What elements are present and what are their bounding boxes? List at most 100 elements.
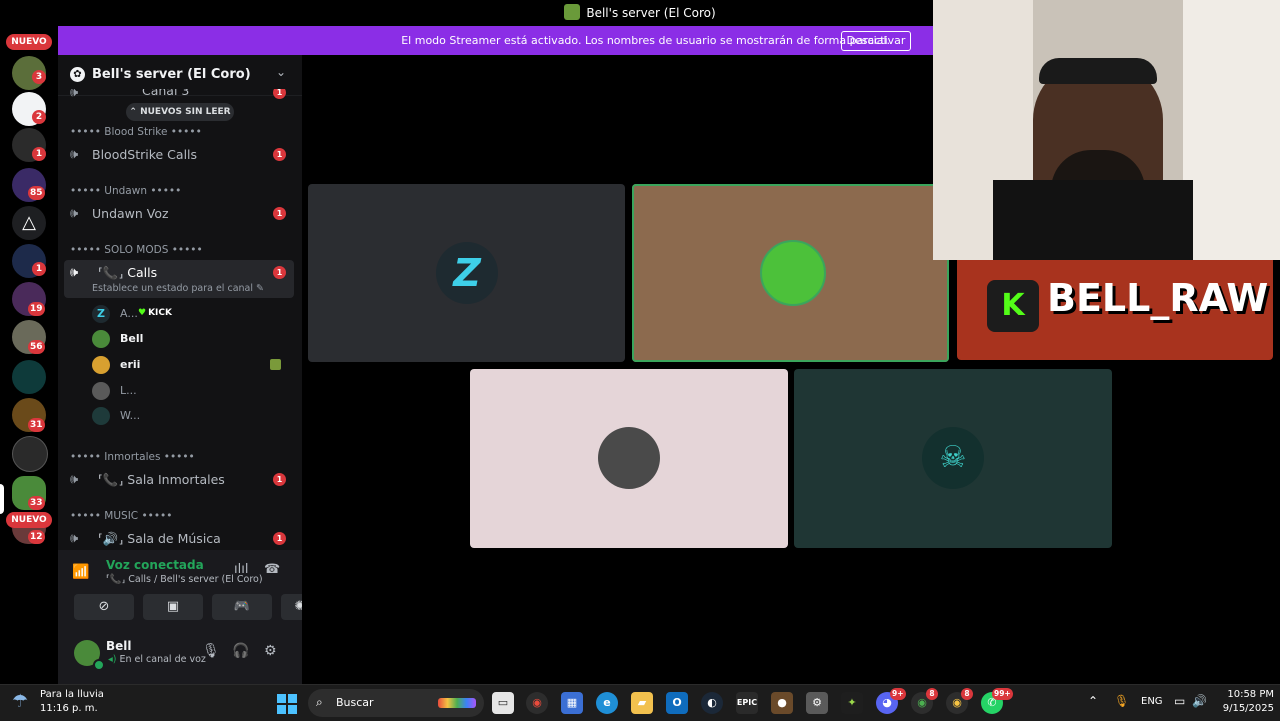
streamer-mode-text: El modo Streamer está activado. Los nomb… <box>401 34 890 47</box>
server-icon-7[interactable]: 19 <box>12 282 46 316</box>
channel-name: BloodStrike Calls <box>92 147 198 162</box>
channel-badge: 1 <box>273 207 286 220</box>
server-badge: 56 <box>28 340 45 354</box>
server-icon-11[interactable] <box>12 436 48 472</box>
voice-status[interactable]: Voz conectada <box>106 558 204 572</box>
share-screen-button[interactable]: ▣ <box>143 594 203 620</box>
epic-games-icon[interactable]: EPIC <box>736 692 758 714</box>
member-avatar <box>92 330 110 348</box>
heart-icon: ♥ <box>138 308 147 318</box>
channel-status[interactable]: Establece un estado para el canal ✎ <box>92 283 264 294</box>
speaker-lock-icon: 🕪 <box>70 531 79 546</box>
participant-tile[interactable] <box>470 369 788 548</box>
member-name: W... <box>120 409 141 422</box>
server-icon-3[interactable]: 1 <box>12 128 46 162</box>
chevron-up-icon[interactable]: ⌃ <box>1088 694 1098 708</box>
channel-calls[interactable]: 🕪 ⸢📞⸥ Calls 1 Establece un estado para e… <box>64 260 294 298</box>
server-icon-6[interactable]: 1 <box>12 244 46 278</box>
signal-icon[interactable]: 📶 <box>72 564 89 580</box>
category-music[interactable]: ••••• MUSIC ••••• <box>70 510 172 522</box>
category-inmortales[interactable]: ••••• Inmortales ••••• <box>70 451 195 463</box>
server-icon-bells[interactable]: 33 <box>12 476 46 510</box>
window-title-text: Bell's server (El Coro) <box>586 6 716 20</box>
online-status-dot <box>93 659 105 671</box>
server-icon-9[interactable] <box>12 360 46 394</box>
user-name[interactable]: Bell <box>106 639 132 653</box>
new-unread-pill[interactable]: ⌃ NUEVOS SIN LEER <box>126 103 234 121</box>
task-view-icon[interactable]: ▭ <box>492 692 514 714</box>
edge-icon[interactable]: e <box>596 692 618 714</box>
server-icon-13[interactable]: 12 <box>12 528 46 544</box>
member-name: L... <box>120 384 137 397</box>
voice-member[interactable]: W... <box>90 405 290 427</box>
weather-icon[interactable]: ☂ <box>12 691 28 712</box>
kick-channel-banner: K BELL_RAW <box>957 260 1273 360</box>
language-indicator[interactable]: ENG <box>1141 696 1163 707</box>
headphones-icon[interactable]: 🎧 <box>232 643 249 659</box>
participant-tile[interactable]: ☠ <box>794 369 1112 548</box>
voice-member[interactable]: L... <box>90 380 290 402</box>
voice-member[interactable]: Z A... ♥ KICK <box>90 303 290 325</box>
voice-member[interactable]: erii <box>90 354 290 376</box>
channel-name-text: Calls <box>127 265 158 280</box>
taskbar-badge: 99+ <box>992 688 1013 700</box>
participant-tile-speaking[interactable] <box>632 184 949 362</box>
server-icon-1[interactable]: 3 <box>12 56 46 90</box>
taskbar-search[interactable]: ⌕ Buscar <box>308 689 484 717</box>
steam-icon[interactable]: ◐ <box>701 692 723 714</box>
streaming-app-icon[interactable]: ● <box>771 692 793 714</box>
microphone-icon[interactable]: 🎙 <box>1114 694 1129 708</box>
weather-text[interactable]: Para la lluvia <box>40 689 104 700</box>
search-highlight-icon <box>438 698 476 708</box>
server-badge: 33 <box>28 496 45 510</box>
channel-name-text: Sala de Música <box>127 531 221 546</box>
category-blood-strike[interactable]: ••••• Blood Strike ••••• <box>70 126 202 138</box>
speaker-icon: 🕪 <box>70 265 79 280</box>
server-icon-10[interactable]: 31 <box>12 398 46 432</box>
channel-badge: 1 <box>273 89 286 99</box>
disconnect-icon[interactable]: ☎ <box>264 562 280 577</box>
network-icon[interactable]: ▭ <box>1174 694 1185 708</box>
app-icon[interactable]: ✦ <box>841 692 863 714</box>
channel-undawn-voz[interactable]: 🕪 Undawn Voz 1 <box>64 201 294 227</box>
user-panel: Bell ◂) En el canal de voz 🎙 🎧 ⚙ <box>58 630 302 684</box>
channel-name: Undawn Voz <box>92 206 169 221</box>
chevron-down-icon[interactable]: ⌄ <box>276 65 286 79</box>
server-badge: 1 <box>32 147 46 161</box>
channel-name: Canal 3 <box>142 89 190 98</box>
microphone-icon[interactable]: 🎙 <box>202 643 220 659</box>
participant-tile[interactable]: Z <box>308 184 625 362</box>
store-icon[interactable]: ▦ <box>561 692 583 714</box>
camera-off-icon: ⊘ <box>98 599 110 614</box>
channel-badge: 1 <box>273 473 286 486</box>
activities-button[interactable]: 🎮 <box>212 594 272 620</box>
camera-off-button[interactable]: ⊘ <box>74 594 134 620</box>
settings-icon[interactable]: ⚙ <box>806 692 828 714</box>
noise-suppression-icon[interactable]: ılıl <box>234 562 248 577</box>
channel-sala-inmortales[interactable]: 🕪 ⸢📞⸥ Sala Inmortales 1 <box>64 467 294 493</box>
triangle-server-icon[interactable]: △ <box>12 206 46 240</box>
category-undawn[interactable]: ••••• Undawn ••••• <box>70 185 181 197</box>
channel-partial[interactable]: 🕪 Canal 3 1 <box>64 89 294 101</box>
channel-bloodstrike-calls[interactable]: 🕪 BloodStrike Calls 1 <box>64 142 294 168</box>
chrome-icon[interactable]: ◉ <box>526 692 548 714</box>
member-name: A... <box>120 307 138 320</box>
voice-connection-panel: 📶 Voz conectada ⸢📞⸥ Calls / Bell's serve… <box>58 550 319 630</box>
gear-icon[interactable]: ⚙ <box>264 643 277 659</box>
server-icon-4[interactable]: 85 <box>12 168 46 202</box>
voice-member[interactable]: Bell <box>90 328 290 350</box>
channel-sala-musica[interactable]: 🕪 ⸢🔊⸥ Sala de Música 1 <box>64 526 294 552</box>
server-icon-2[interactable]: 2 <box>12 92 46 126</box>
taskbar-badge: 8 <box>961 688 973 700</box>
server-icon-8[interactable]: 56 <box>12 320 46 354</box>
clock-date[interactable]: 9/15/2025 <box>1214 703 1274 714</box>
volume-icon[interactable]: 🔊 <box>1192 694 1207 708</box>
disable-streamer-button[interactable]: Desactivar <box>841 31 911 51</box>
category-solo-mods[interactable]: ••••• SOLO MODS ••••• <box>70 244 203 256</box>
speaker-lock-icon: 🕪 <box>70 147 79 162</box>
file-explorer-icon[interactable]: ▰ <box>631 692 653 714</box>
windows-start-icon[interactable] <box>277 694 297 714</box>
participant-avatar: ☠ <box>922 427 984 489</box>
outlook-icon[interactable]: O <box>666 692 688 714</box>
clock-time[interactable]: 10:58 PM <box>1214 689 1274 700</box>
